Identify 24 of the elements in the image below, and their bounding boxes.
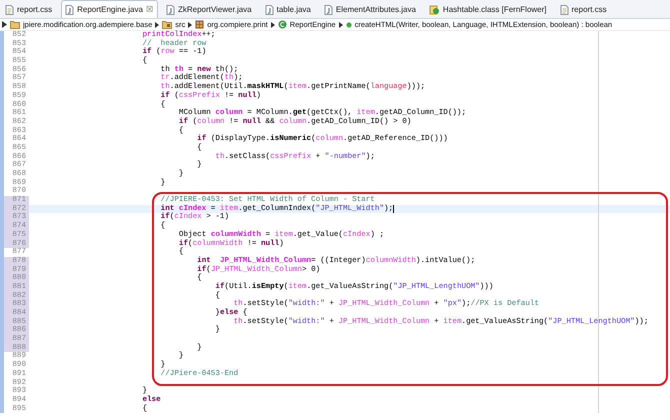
chevron-icon — [155, 22, 160, 28]
editor-tab[interactable]: report.css — [1, 0, 58, 18]
method-icon — [346, 22, 352, 28]
java-file-icon — [324, 4, 333, 14]
editor-tab[interactable]: report.css — [556, 0, 612, 18]
java-file-icon — [166, 4, 175, 14]
editor-tab[interactable]: Hashtable.class [FernFlower] — [424, 0, 552, 18]
chevron-icon — [338, 22, 343, 28]
editor-tab[interactable]: table.java — [260, 0, 316, 18]
text-cursor — [393, 205, 394, 214]
chevron-icon — [188, 22, 192, 28]
source-folder-icon — [162, 20, 172, 29]
java-file-icon — [264, 4, 274, 14]
file-icon — [560, 4, 569, 14]
file-icon — [5, 4, 14, 14]
expand-icon[interactable] — [2, 21, 7, 28]
java-file-icon — [65, 4, 74, 14]
class-icon — [278, 20, 287, 29]
class-file-icon — [428, 4, 440, 14]
editor-tab[interactable]: ZkReportViewer.java — [162, 0, 257, 18]
editor-tab[interactable]: ElementAttributes.java — [320, 0, 421, 18]
editor-tab[interactable]: ReportEngine.java ☒ — [61, 0, 158, 18]
chevron-icon — [270, 22, 275, 28]
package-icon — [195, 20, 204, 29]
